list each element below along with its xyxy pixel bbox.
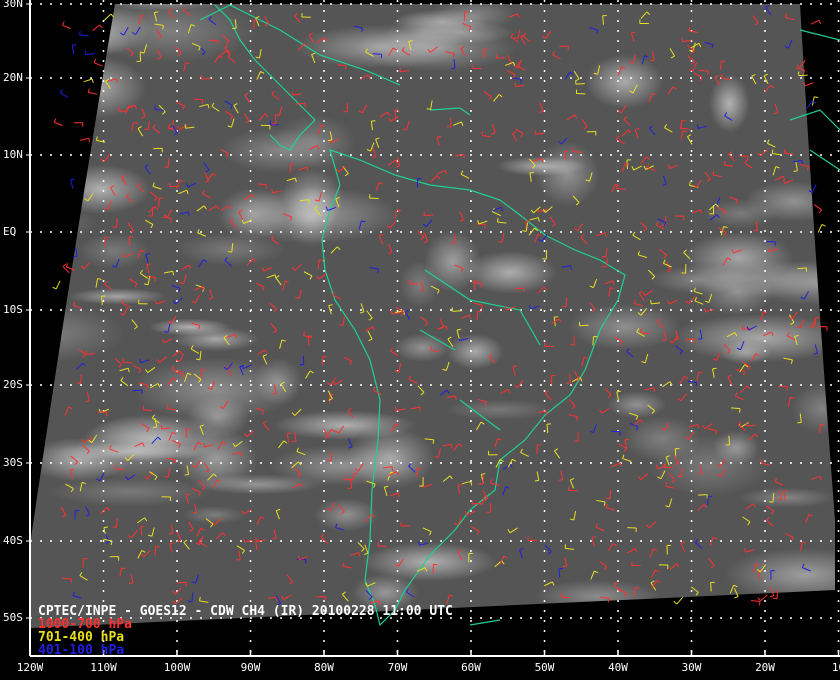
lat-label: 50S <box>3 611 23 624</box>
wind-barb <box>810 19 822 25</box>
lat-label: 40S <box>3 534 23 547</box>
wind-barb <box>813 204 823 214</box>
lon-label: 60W <box>461 661 481 674</box>
lon-label: 120W <box>16 661 44 674</box>
lon-label: 90W <box>240 661 261 674</box>
lon-label: 50W <box>534 661 555 674</box>
wind-barb <box>52 280 61 290</box>
wind-barb <box>62 21 71 30</box>
lat-label: 10N <box>3 148 23 161</box>
wind-barb <box>79 137 91 143</box>
lat-label: 20N <box>3 71 23 84</box>
lon-label: 100W <box>163 661 191 674</box>
wind-barb <box>806 100 816 109</box>
wind-barb <box>85 50 95 56</box>
wind-barb <box>70 178 75 190</box>
wind-barb <box>83 78 94 84</box>
wind-barb <box>62 263 70 274</box>
wind-barb <box>71 44 77 55</box>
lat-label: 10S <box>3 303 23 316</box>
wind-barb <box>750 600 761 606</box>
wind-barb <box>93 58 103 67</box>
lon-label: 70W <box>387 661 408 674</box>
wind-barb <box>53 118 63 127</box>
wind-barb <box>73 122 84 127</box>
lon-label: 40W <box>608 661 628 674</box>
wind-barb <box>104 13 114 21</box>
wind-barb <box>673 596 684 605</box>
lon-label: 80W <box>314 661 334 674</box>
wind-barb <box>59 89 69 98</box>
lon-label: 30W <box>681 661 702 674</box>
wind-barb <box>79 30 89 37</box>
lat-label: 30N <box>3 0 23 10</box>
wind-barb <box>87 88 98 95</box>
wind-barb <box>92 24 103 32</box>
lat-label: 20S <box>3 378 23 391</box>
lat-label: 30S <box>3 456 23 469</box>
lon-label: 110W <box>90 661 117 674</box>
lon-label: 10 <box>831 661 840 674</box>
lon-label: 20W <box>755 661 775 674</box>
satellite-map <box>26 0 840 657</box>
wind-barb <box>757 594 768 602</box>
wind-barb <box>803 81 814 87</box>
legend-high-level: 401-100 hPa <box>38 643 125 658</box>
lat-label: EQ <box>3 225 17 238</box>
